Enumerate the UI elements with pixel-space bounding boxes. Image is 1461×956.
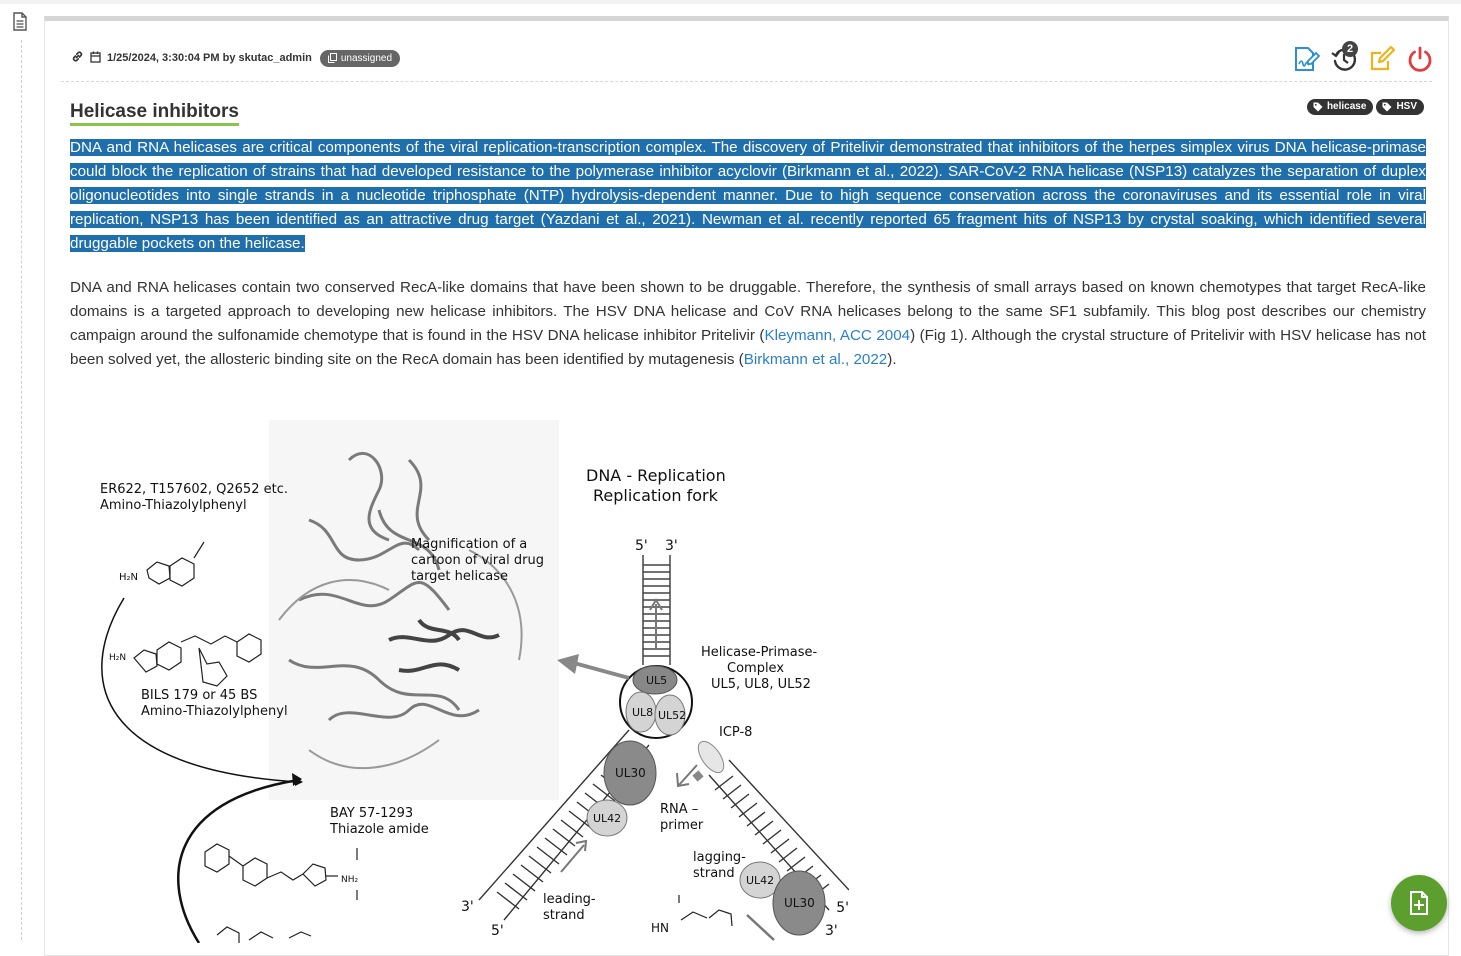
tag-list: helicase HSV	[1306, 99, 1424, 115]
compound3-structure	[204, 843, 358, 900]
document-icon[interactable]	[12, 12, 30, 32]
history-count: 2	[1342, 41, 1358, 57]
compound3-class: Thiazole amide	[329, 822, 429, 837]
label-three-prime-right: 3'	[825, 923, 838, 939]
edit-icon	[1370, 45, 1396, 71]
add-document-icon	[1410, 891, 1428, 915]
fork-title-line1: DNA - Replication	[586, 466, 726, 485]
label-five-prime-right: 5'	[836, 900, 849, 916]
paragraph-text: ).	[887, 351, 897, 368]
label-five-prime-left: 5'	[491, 923, 504, 939]
label-five-prime-top: 5'	[635, 538, 648, 554]
power-icon	[1408, 46, 1432, 72]
entry-timestamp: 1/25/2024, 3:30:04 PM	[107, 52, 220, 64]
history-button[interactable]: 2	[1328, 41, 1360, 75]
arrowhead	[557, 654, 579, 674]
lagging-line1: lagging-	[693, 850, 746, 865]
add-entry-button[interactable]	[1391, 875, 1447, 931]
label-ul5: UL5	[646, 674, 667, 687]
arrow-compound3-to-protein	[177, 778, 300, 943]
arrow-complex-to-protein	[573, 661, 630, 680]
compound2-structure	[133, 633, 262, 687]
compound2-ids: BILS 179 or 45 BS	[141, 688, 257, 703]
label-ul30-leading: UL30	[615, 766, 646, 780]
lagging-line2: strand	[693, 866, 735, 881]
rail-divider	[21, 40, 22, 940]
label-ul52: UL52	[658, 709, 686, 722]
figure-replication-fork: ER622, T157602, Q2652 etc. Amino-Thiazol…	[100, 420, 849, 943]
by-word: by	[222, 52, 236, 64]
label-icp8: ICP-8	[719, 725, 752, 740]
compound1-ids: ER622, T157602, Q2652 etc.	[100, 482, 288, 497]
label-ul30-lagging: UL30	[784, 896, 815, 910]
sulfonamide-label: NH₂	[341, 875, 359, 885]
tag-icon	[1382, 102, 1392, 111]
entry-toolbar: 2	[1290, 41, 1436, 75]
selected-text: DNA and RNA helicases are critical compo…	[70, 139, 1426, 252]
entry-title: Helicase inhibitors	[70, 101, 239, 126]
rna-primer-line1: RNA –	[660, 802, 698, 817]
entry-author: skutac_admin	[238, 52, 312, 64]
power-button[interactable]	[1404, 43, 1436, 75]
tag-icon	[1313, 102, 1323, 111]
tag-label: HSV	[1396, 101, 1417, 112]
hpc-line2: Complex	[727, 661, 784, 676]
tag-helicase[interactable]: helicase	[1306, 99, 1374, 115]
label-ul8: UL8	[632, 706, 653, 719]
link-icon[interactable]	[71, 50, 90, 66]
copy-icon	[327, 53, 337, 63]
helicase-cartoon	[269, 420, 559, 800]
compound1-class: Amino-Thiazolylphenyl	[100, 498, 247, 513]
fork-title-line2: Replication fork	[593, 486, 719, 505]
tag-hsv[interactable]: HSV	[1376, 99, 1424, 115]
hn-label: HN	[651, 921, 669, 935]
reference-link-kleymann[interactable]: Kleymann, ACC 2004	[764, 327, 910, 344]
magnification-line2: cartoon of viral drug	[411, 553, 544, 568]
leading-line2: strand	[543, 908, 585, 923]
signature-edit-icon	[1295, 47, 1320, 71]
reference-link-birkmann[interactable]: Birkmann et al., 2022	[744, 351, 888, 368]
compound1-structure	[146, 541, 205, 587]
entry-meta: 1/25/2024, 3:30:04 PM by skutac_admin un…	[71, 47, 401, 69]
paragraph-selected: DNA and RNA helicases are critical compo…	[70, 136, 1426, 256]
amine-label: H₂N	[109, 653, 126, 663]
magnification-line1: Magnification of a	[411, 537, 527, 552]
label-ul42-leading: UL42	[593, 812, 621, 825]
hpc-line3: UL5, UL8, UL52	[711, 677, 811, 692]
assignment-badge[interactable]: unassigned	[319, 49, 401, 67]
label-three-prime-left: 3'	[461, 899, 474, 915]
header-separator	[61, 81, 1432, 82]
label-ul42-lagging: UL42	[746, 874, 774, 887]
magnification-line3: target helicase	[411, 569, 508, 584]
compound2-class: Amino-Thiazolylphenyl	[141, 704, 288, 719]
rna-primer	[692, 770, 704, 782]
edit-button[interactable]	[1366, 43, 1398, 75]
assignment-badge-label: unassigned	[340, 52, 393, 64]
partial-structure	[216, 895, 733, 943]
lagging-arrow	[746, 914, 775, 941]
amine-label: H₂N	[119, 572, 138, 583]
label-three-prime-top: 3'	[665, 538, 678, 554]
compound3-ids: BAY 57-1293	[330, 806, 413, 821]
tag-label: helicase	[1326, 101, 1367, 112]
rna-primer-line2: primer	[660, 818, 704, 833]
signature-edit-button[interactable]	[1290, 43, 1322, 75]
calendar-icon	[90, 51, 107, 66]
left-rail	[0, 0, 44, 943]
paragraph-body: DNA and RNA helicases contain two conser…	[70, 276, 1426, 372]
hpc-line1: Helicase-Primase-	[701, 645, 818, 660]
top-border	[0, 0, 1461, 4]
leading-line1: leading-	[543, 892, 596, 907]
